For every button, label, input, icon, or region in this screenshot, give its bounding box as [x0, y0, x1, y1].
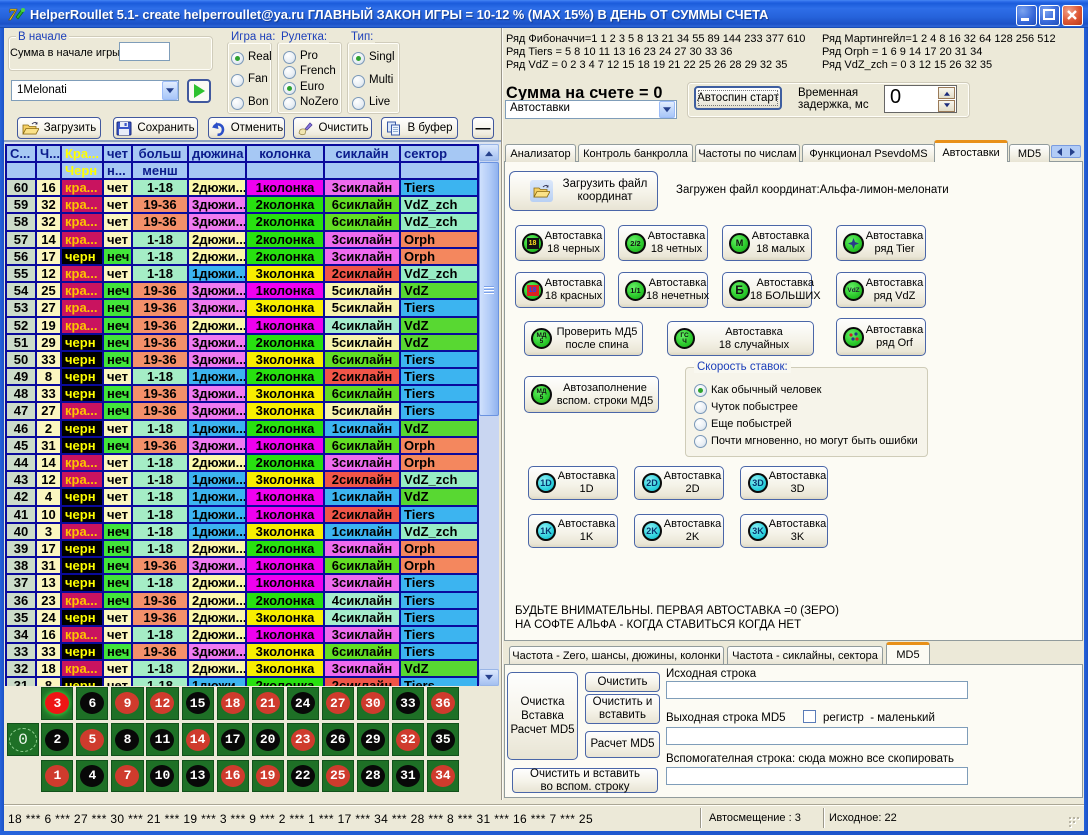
svg-text:7: 7	[8, 5, 18, 24]
